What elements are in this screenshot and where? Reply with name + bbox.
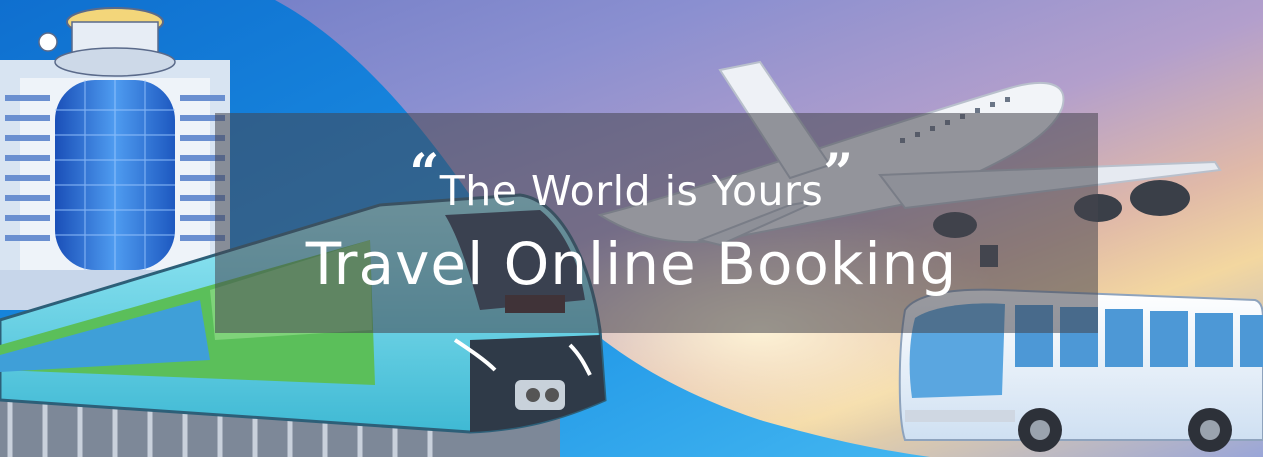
tagline: “The World is Yours” <box>0 144 1263 221</box>
hero-banner: “The World is Yours” Travel Online Booki… <box>0 0 1263 457</box>
close-quote: ” <box>823 143 854 204</box>
open-quote: “ <box>409 143 440 204</box>
banner-title: Travel Online Booking <box>305 230 958 298</box>
tagline-text: The World is Yours <box>439 167 824 215</box>
